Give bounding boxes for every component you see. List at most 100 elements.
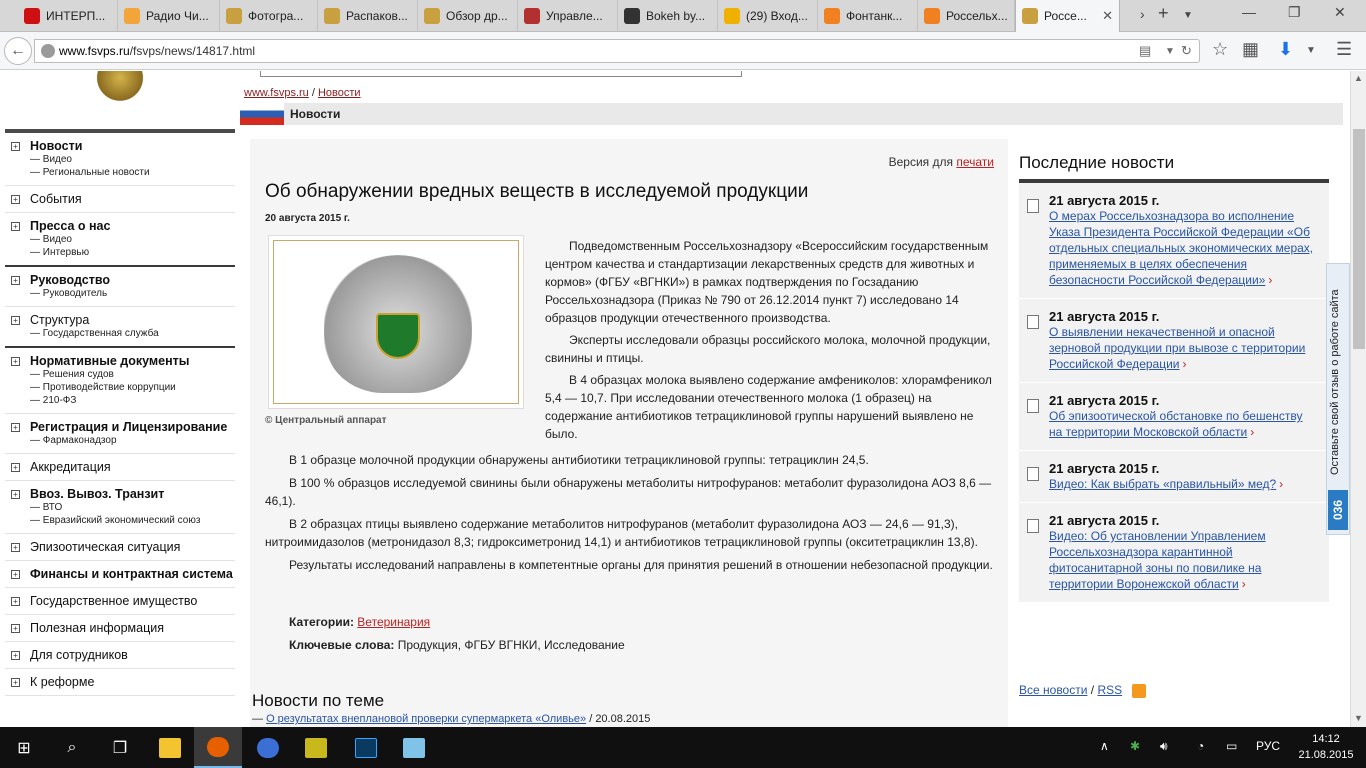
breadcrumb-news-link[interactable]: Новости [318,87,361,99]
browser-tab[interactable]: Россельх... [918,0,1015,32]
photoshop-icon[interactable] [342,727,390,768]
sidebar-item-label[interactable]: Аккредитация [30,460,235,474]
sidebar-item[interactable]: + Финансы и контрактная система [5,561,235,588]
sidebar-item-label[interactable]: Финансы и контрактная система [30,567,235,581]
sidebar-item[interactable]: + Новости — Видео — Региональные новости [5,133,235,186]
start-button-windows-icon[interactable]: ⊞ [0,727,48,768]
archive-app-icon[interactable] [292,727,340,768]
tray-overflow-chevron-icon[interactable]: ∧ [1100,739,1109,753]
news-link[interactable]: О мерах Россельхознадзора во исполнение … [1049,209,1313,287]
expand-plus-icon[interactable]: + [11,222,20,231]
browser-tab[interactable]: Распаков... [318,0,418,32]
sidebar-subitem[interactable]: — Фармаконадзор [30,434,235,447]
article-image[interactable] [268,235,524,409]
tab-list-chevron-icon[interactable]: ▼ [1183,10,1193,21]
browser-tab[interactable]: ИНТЕРП... [18,0,118,32]
sidebar-item-label[interactable]: Структура [30,313,235,327]
sidebar-item-label[interactable]: Пресса о нас [30,219,235,233]
reload-icon[interactable]: ↻ [1181,43,1192,59]
reader-view-icon[interactable]: ▤ [1139,43,1151,59]
expand-plus-icon[interactable]: + [11,195,20,204]
browser-tab[interactable]: Bokeh by... [618,0,718,32]
task-view-icon[interactable]: ❐ [96,727,144,768]
news-link[interactable]: Об эпизоотической обстановке по бешенств… [1049,409,1303,439]
sidebar-subitem[interactable]: — Государственная служба [30,327,235,340]
sidebar-item[interactable]: + Государственное имущество [5,588,235,615]
scrollbar-thumb[interactable] [1353,129,1365,349]
sidebar-subitem[interactable]: — Решения судов [30,368,235,381]
expand-plus-icon[interactable]: + [11,651,20,660]
download-menu-chevron-icon[interactable]: ▼ [1306,45,1316,56]
browser-tab[interactable]: Россе... ✕ [1015,0,1120,32]
site-info-icon[interactable] [41,44,55,58]
browser-tab[interactable]: Фонтанк... [818,0,918,32]
network-icon[interactable]: ◔ [1197,739,1204,753]
sidebar-subitem[interactable]: — Видео [30,153,235,166]
notes-app-icon[interactable] [390,727,438,768]
sidebar-item[interactable]: + Эпизоотическая ситуация [5,534,235,561]
sidebar-item[interactable]: + Полезная информация [5,615,235,642]
download-icon[interactable]: ⬇ [1278,39,1293,60]
bookmarks-list-icon[interactable]: ▦ [1242,39,1259,60]
expand-plus-icon[interactable]: + [11,490,20,499]
news-link[interactable]: Видео: Об установлении Управлением Россе… [1049,529,1266,591]
history-dropdown-icon[interactable]: ▼ [1165,46,1175,57]
expand-plus-icon[interactable]: + [11,570,20,579]
sidebar-item-label[interactable]: Для сотрудников [30,648,235,662]
sidebar-item-label[interactable]: Ввоз. Вывоз. Транзит [30,487,235,501]
sidebar-item[interactable]: + Структура — Государственная служба [5,307,235,348]
sidebar-subitem[interactable]: — Интервью [30,246,235,259]
news-link[interactable]: Видео: Как выбрать «правильный» мед? [1049,477,1283,491]
file-explorer-icon[interactable] [146,727,194,768]
tab-close-icon[interactable]: ✕ [1102,8,1113,24]
firefox-icon[interactable] [194,727,242,768]
sidebar-subitem[interactable]: — Противодействие коррупции [30,381,235,394]
browser-tab[interactable]: (29) Вход... [718,0,818,32]
expand-plus-icon[interactable]: + [11,597,20,606]
browser-tab[interactable]: Обзор др... [418,0,518,32]
sidebar-item[interactable]: + Регистрация и Лицензирование — Фармакона… [5,414,235,454]
bookmark-star-icon[interactable]: ☆ [1212,39,1228,60]
category-link[interactable]: Ветеринария [357,615,430,629]
site-emblem-logo[interactable] [92,71,148,103]
expand-plus-icon[interactable]: + [11,423,20,432]
notifications-icon[interactable]: ▭ [1226,739,1237,753]
sidebar-item[interactable]: + К реформе [5,669,235,696]
expand-plus-icon[interactable]: + [11,142,20,151]
window-restore-button[interactable]: ❐ [1288,4,1301,21]
window-minimize-button[interactable]: — [1242,4,1256,20]
expand-plus-icon[interactable]: + [11,276,20,285]
scroll-down-arrow-icon[interactable]: ▼ [1354,713,1363,723]
volume-icon[interactable]: 🔊︎ [1160,739,1168,754]
sidebar-item[interactable]: + Аккредитация [5,454,235,481]
eye-app-icon[interactable] [244,727,292,768]
address-bar[interactable]: www.fsvps.ru/fsvps/news/14817.html ▤ ▼ ↻ [34,39,1200,63]
sidebar-item[interactable]: + Ввоз. Вывоз. Транзит — ВТО — Евразийский … [5,481,235,534]
sidebar-item[interactable]: + События [5,186,235,213]
menu-hamburger-icon[interactable]: ☰ [1336,39,1352,60]
tab-scroll-right-icon[interactable]: › [1140,6,1145,22]
sidebar-subitem[interactable]: — Видео [30,233,235,246]
all-news-link[interactable]: Все новости [1019,683,1087,697]
new-tab-button[interactable]: + [1158,3,1169,24]
news-link[interactable]: О выявлении некачественной и опасной зер… [1049,325,1305,371]
browser-tab[interactable]: Управле... [518,0,618,32]
breadcrumb-home-link[interactable]: www.fsvps.ru [244,87,309,99]
sidebar-item-label[interactable]: Полезная информация [30,621,235,635]
feedback-widget[interactable]: Оставьте свой отзыв о работе сайта 036 [1326,263,1350,535]
sidebar-item[interactable]: + Руководство — Руководитель [5,267,235,307]
sidebar-subitem[interactable]: — 210-ФЗ [30,394,235,407]
sidebar-subitem[interactable]: — ВТО [30,501,235,514]
sidebar-subitem[interactable]: — Руководитель [30,287,235,300]
rss-link[interactable]: RSS [1097,683,1122,697]
expand-plus-icon[interactable]: + [11,357,20,366]
expand-plus-icon[interactable]: + [11,316,20,325]
sidebar-item-label[interactable]: Государственное имущество [30,594,235,608]
expand-plus-icon[interactable]: + [11,463,20,472]
sidebar-subitem[interactable]: — Региональные новости [30,166,235,179]
browser-tab[interactable]: Радио Чи... [118,0,220,32]
expand-plus-icon[interactable]: + [11,624,20,633]
browser-tab[interactable]: Фотогра... [220,0,318,32]
sidebar-item-label[interactable]: Эпизоотическая ситуация [30,540,235,554]
window-close-button[interactable]: ✕ [1334,4,1346,21]
